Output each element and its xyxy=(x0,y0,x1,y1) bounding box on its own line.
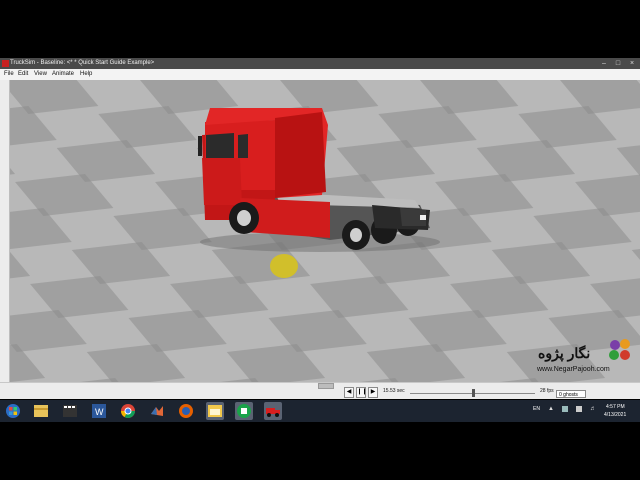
language-indicator[interactable]: EN xyxy=(533,406,540,412)
fps-readout: 28 fps xyxy=(540,388,554,394)
trucksim-app-icon xyxy=(2,60,9,67)
word-icon[interactable]: W xyxy=(90,402,108,420)
start-icon[interactable] xyxy=(4,402,22,420)
animation-viewport[interactable] xyxy=(0,80,640,382)
green-app-icon[interactable] xyxy=(235,402,253,420)
menu-file[interactable]: File xyxy=(4,69,14,80)
firefox-icon[interactable] xyxy=(177,402,195,420)
splitter-handle[interactable] xyxy=(318,383,334,389)
clock-date[interactable]: 4/13/2021 xyxy=(604,412,626,418)
chrome-icon[interactable] xyxy=(119,402,137,420)
window-title: TruckSim - Baseline: <* * Quick Start Gu… xyxy=(10,60,155,66)
minimize-icon[interactable]: – xyxy=(598,58,610,69)
menu-edit[interactable]: Edit xyxy=(18,69,28,80)
menu-view[interactable]: View xyxy=(34,69,47,80)
pause-button[interactable]: ❙❙ xyxy=(356,387,367,398)
matlab-icon[interactable] xyxy=(148,402,166,420)
media-icon[interactable] xyxy=(61,402,79,420)
volume-icon[interactable]: ♬ xyxy=(590,406,596,412)
network-icon[interactable] xyxy=(576,406,582,412)
watermark-url: www.NegarPajooh.com xyxy=(537,366,610,373)
maximize-icon[interactable]: □ xyxy=(612,58,624,69)
timeline-thumb[interactable] xyxy=(472,389,475,397)
time-readout: 15.53 sec xyxy=(383,388,405,394)
scene-canvas xyxy=(0,80,640,382)
window-title-bar: TruckSim - Baseline: <* * Quick Start Gu… xyxy=(0,58,640,69)
svg-text:W: W xyxy=(95,407,104,417)
left-panel-edge xyxy=(0,80,10,382)
ghosts-select[interactable]: 0 ghosts xyxy=(556,390,586,398)
close-icon[interactable]: × xyxy=(626,58,638,69)
step-back-button[interactable]: ◀ xyxy=(344,387,354,398)
folder-icon[interactable] xyxy=(206,402,224,420)
animation-control-bar: ◀ ❙❙ ▶ 15.53 sec 28 fps xyxy=(0,382,640,399)
yellow-marker xyxy=(270,254,298,278)
tray-expand-icon[interactable]: ▲ xyxy=(548,406,554,412)
watermark-name: نگار پژوه xyxy=(538,345,591,361)
ghosts-select-value: 0 ghosts xyxy=(559,392,578,398)
menu-animate[interactable]: Animate xyxy=(52,69,74,80)
menu-help[interactable]: Help xyxy=(80,69,92,80)
clock-time[interactable]: 4:57 PM xyxy=(606,404,625,410)
trucksim-icon[interactable] xyxy=(264,402,282,420)
play-button[interactable]: ▶ xyxy=(368,387,378,398)
watermark-logo-icon xyxy=(605,335,635,370)
tray-app-icon[interactable] xyxy=(562,406,568,412)
explorer-icon[interactable] xyxy=(32,402,50,420)
